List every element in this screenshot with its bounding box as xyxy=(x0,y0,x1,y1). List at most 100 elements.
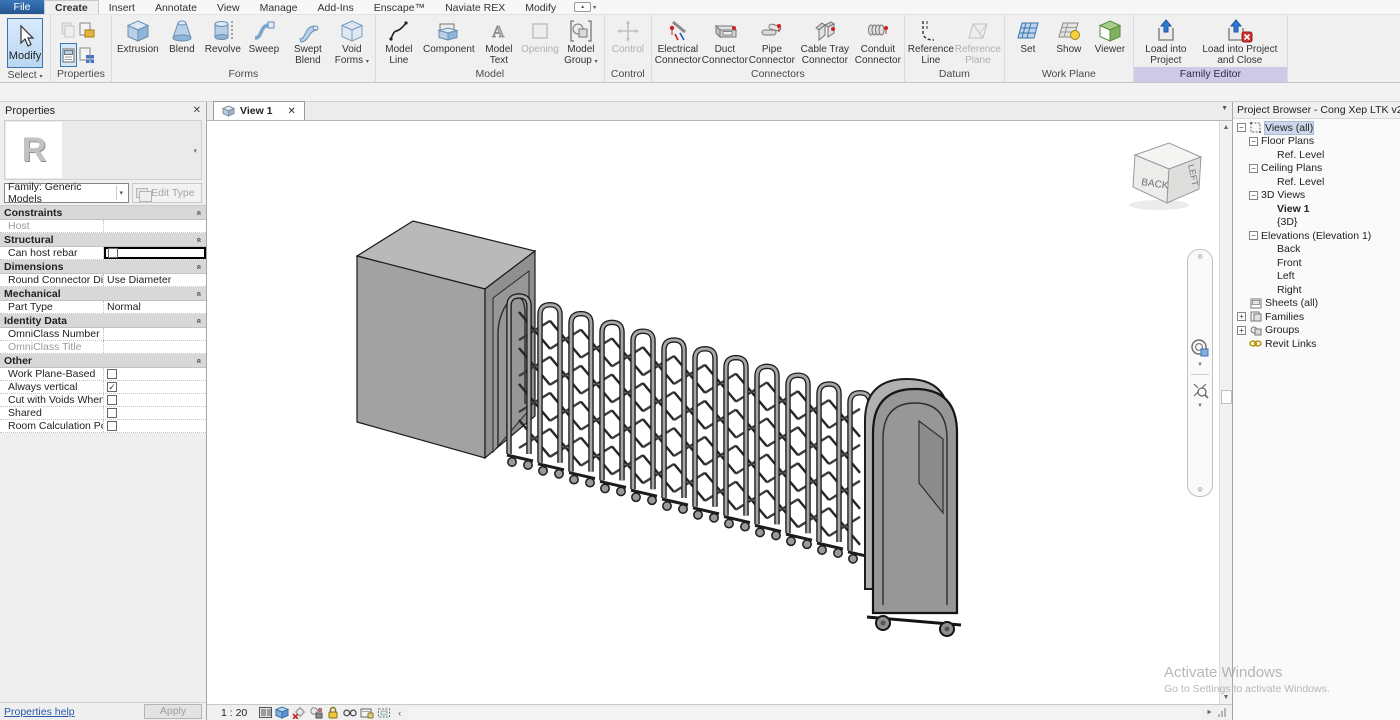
steering-wheel-caret-icon[interactable]: ▼ xyxy=(1197,362,1203,368)
tab-naviate-rex[interactable]: Naviate REX xyxy=(435,0,515,14)
cable-tray-connector-button[interactable]: Cable Tray Connector xyxy=(796,17,854,66)
properties-toggle-button[interactable] xyxy=(60,43,77,67)
room-calculation-point-checkbox[interactable] xyxy=(107,421,117,431)
tab-modify[interactable]: Modify xyxy=(515,0,566,14)
component-button[interactable]: Component xyxy=(420,17,478,56)
show-crop-region-button[interactable] xyxy=(377,706,391,719)
navbar-pin-icon[interactable]: ◎ xyxy=(1197,253,1202,260)
host-value[interactable] xyxy=(104,220,206,232)
family-category-button[interactable] xyxy=(60,18,77,42)
section-mechanical[interactable]: Mechanical« xyxy=(0,287,206,301)
omniclass-title-value[interactable] xyxy=(104,341,206,353)
expand-box-icon[interactable]: + xyxy=(1237,312,1246,321)
collapse-box-icon[interactable]: − xyxy=(1249,137,1258,146)
reference-line-button[interactable]: Reference Line xyxy=(908,17,954,66)
can-host-rebar-value[interactable] xyxy=(104,247,206,259)
collapse-box-icon[interactable]: − xyxy=(1237,123,1246,132)
collapse-box-icon[interactable]: − xyxy=(1249,191,1258,200)
tab-view[interactable]: View xyxy=(207,0,250,14)
tab-enscape[interactable]: Enscape™ xyxy=(364,0,435,14)
swept-blend-button[interactable]: Swept Blend xyxy=(285,17,331,66)
properties-close-icon[interactable]: ✕ xyxy=(193,105,201,116)
void-forms-button[interactable]: Void Forms ▾ xyxy=(332,17,372,67)
type-preview[interactable]: R ▾ xyxy=(4,120,202,180)
viewcube[interactable]: BACK LEFT xyxy=(1119,135,1205,216)
tree-item-ref-level-floor[interactable]: Ref. Level xyxy=(1233,148,1400,162)
scroll-right-arrow-icon[interactable]: ► xyxy=(1204,709,1215,716)
zoom-tool-icon[interactable] xyxy=(1191,381,1209,399)
tree-item-3d[interactable]: {3D} xyxy=(1233,216,1400,230)
file-menu-button[interactable]: File xyxy=(0,0,44,14)
section-dimensions[interactable]: Dimensions« xyxy=(0,260,206,274)
tree-item-elevations[interactable]: − Elevations (Elevation 1) xyxy=(1233,229,1400,243)
ribbon-minimize-caret-icon[interactable]: ▾ xyxy=(593,4,596,11)
cut-with-voids-checkbox[interactable] xyxy=(107,395,117,405)
edit-type-button[interactable]: Edit Type xyxy=(132,183,202,203)
work-plane-based-checkbox[interactable] xyxy=(107,369,117,379)
properties-help-link[interactable]: Properties help xyxy=(4,706,75,718)
view-scale[interactable]: 1 : 20 xyxy=(221,707,247,719)
load-into-project-button[interactable]: Load into Project xyxy=(1137,17,1195,66)
scroll-down-arrow-icon[interactable]: ▼ xyxy=(1220,691,1233,704)
tree-item-floor-plans[interactable]: − Floor Plans xyxy=(1233,135,1400,149)
select-panel-label[interactable]: Select ▾ xyxy=(0,68,50,82)
family-selector[interactable]: Family: Generic Models ▾ xyxy=(4,183,129,203)
tree-item-ref-level-ceiling[interactable]: Ref. Level xyxy=(1233,175,1400,189)
scroll-up-arrow-icon[interactable]: ▲ xyxy=(1220,121,1233,134)
show-work-plane-button[interactable]: Show xyxy=(1049,17,1089,56)
tab-add-ins[interactable]: Add-Ins xyxy=(308,0,364,14)
apply-button[interactable]: Apply xyxy=(144,704,202,719)
collapse-box-icon[interactable]: − xyxy=(1249,164,1258,173)
electrical-connector-button[interactable]: Electrical Connector xyxy=(655,17,701,66)
tab-manage[interactable]: Manage xyxy=(250,0,308,14)
ribbon-minimize-button[interactable]: ▴ xyxy=(574,2,591,12)
tree-item-right[interactable]: Right xyxy=(1233,283,1400,297)
tree-item-sheets[interactable]: Sheets (all) xyxy=(1233,297,1400,311)
section-structural[interactable]: Structural« xyxy=(0,233,206,247)
detail-level-button[interactable] xyxy=(258,706,272,719)
tree-item-families[interactable]: + Families xyxy=(1233,310,1400,324)
tree-item-groups[interactable]: + Groups xyxy=(1233,324,1400,338)
steering-wheel-icon[interactable] xyxy=(1190,338,1210,358)
model-canvas[interactable]: BACK LEFT ◎ ▼ ▼ ◎ xyxy=(207,121,1219,704)
model-text-button[interactable]: A Model Text xyxy=(479,17,519,66)
view-tab-close-icon[interactable]: ✕ xyxy=(288,106,296,117)
resize-grip[interactable] xyxy=(1218,708,1228,717)
temporary-hide-isolate-button[interactable] xyxy=(343,706,357,719)
section-identity-data[interactable]: Identity Data« xyxy=(0,314,206,328)
lock-3d-view-button[interactable] xyxy=(326,706,340,719)
view-tab[interactable]: View 1 ✕ xyxy=(213,101,305,120)
pipe-connector-button[interactable]: Pipe Connector xyxy=(749,17,795,66)
round-connector-dim-value[interactable]: Use Diameter xyxy=(104,274,206,286)
duct-connector-button[interactable]: Duct Connector xyxy=(702,17,748,66)
load-into-project-close-button[interactable]: Load into Project and Close xyxy=(1196,17,1284,66)
family-types-grid-button[interactable] xyxy=(78,43,95,67)
extrusion-button[interactable]: Extrusion xyxy=(115,17,161,56)
view-bar-collapse-icon[interactable]: ‹ xyxy=(398,708,401,718)
set-work-plane-button[interactable]: Set xyxy=(1008,17,1048,56)
collapse-box-icon[interactable]: − xyxy=(1249,231,1258,240)
navbar-more-icon[interactable]: ◎ xyxy=(1197,486,1202,493)
family-types-button[interactable] xyxy=(78,18,95,42)
model-group-button[interactable]: Model Group ▾ xyxy=(561,17,601,67)
shared-checkbox[interactable] xyxy=(107,408,117,418)
section-constraints[interactable]: Constraints« xyxy=(0,206,206,220)
opening-button[interactable]: Opening xyxy=(520,17,560,56)
tab-create[interactable]: Create xyxy=(44,0,99,14)
vertical-scrollbar[interactable]: ▲ ▼ xyxy=(1219,121,1232,704)
blend-button[interactable]: Blend xyxy=(162,17,202,56)
can-host-rebar-checkbox[interactable] xyxy=(108,248,118,258)
sweep-button[interactable]: Sweep xyxy=(244,17,284,56)
visual-style-button[interactable] xyxy=(275,706,289,719)
always-vertical-checkbox[interactable]: ✓ xyxy=(107,382,117,392)
modify-button[interactable]: Modify xyxy=(7,18,43,68)
conduit-connector-button[interactable]: Conduit Connector xyxy=(855,17,901,66)
tree-item-revit-links[interactable]: Revit Links xyxy=(1233,337,1400,351)
part-type-value[interactable]: Normal xyxy=(104,301,206,313)
tab-list-caret-icon[interactable]: ▼ xyxy=(1221,105,1228,112)
viewer-button[interactable]: Viewer xyxy=(1090,17,1130,56)
expand-box-icon[interactable]: + xyxy=(1237,326,1246,335)
tree-item-left[interactable]: Left xyxy=(1233,270,1400,284)
shadows-button[interactable] xyxy=(309,706,323,719)
zoom-caret-icon[interactable]: ▼ xyxy=(1197,403,1203,409)
